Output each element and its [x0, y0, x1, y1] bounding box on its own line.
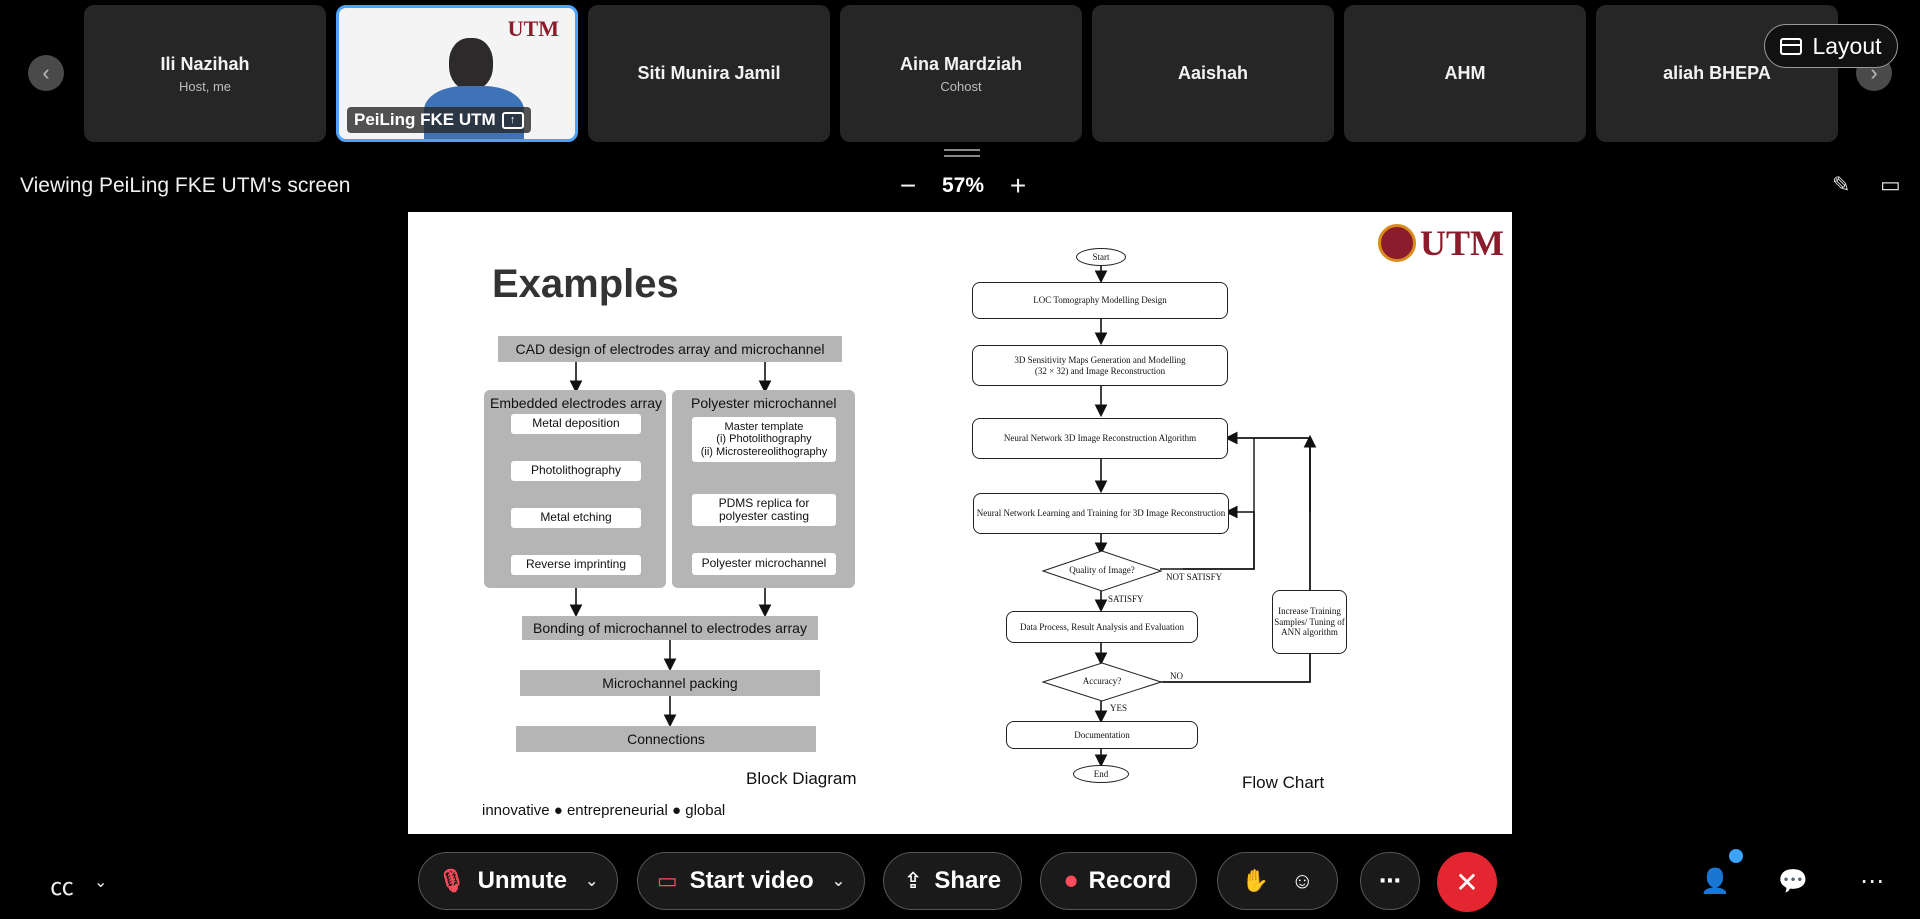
unmute-button[interactable]: 🎙 Unmute ⌄: [418, 852, 618, 910]
flow-step: LOC Tomography Modelling Design: [972, 282, 1228, 319]
participants-panel-icon[interactable]: 👤: [1700, 867, 1730, 896]
share-label: Share: [934, 867, 1002, 894]
annotate-icon[interactable]: ✎: [1832, 172, 1850, 198]
scroll-left-button[interactable]: ‹: [28, 55, 64, 91]
flow-decision-label: Accuracy?: [1082, 676, 1122, 686]
slide-tagline: innovative ● entrepreneurial ● global: [482, 802, 726, 819]
participant-name: Aina Mardziah: [899, 53, 1023, 74]
flow-step: 3D Sensitivity Maps Generation and Model…: [972, 345, 1228, 386]
leave-meeting-button[interactable]: ✕: [1437, 852, 1497, 912]
flow-end: End: [1073, 765, 1129, 783]
layout-icon: [1780, 37, 1803, 55]
chevron-down-icon[interactable]: ⌄: [832, 871, 845, 891]
block-panel-title: Embedded electrodes array: [490, 395, 662, 411]
flow-label-no: NO: [1170, 671, 1183, 681]
close-icon: ✕: [1455, 866, 1479, 898]
utm-logo: UTM: [507, 16, 559, 41]
chevron-left-icon: ‹: [42, 60, 50, 85]
more-options-button[interactable]: ⋯: [1360, 852, 1420, 910]
shared-slide: Examples UTM CAD design of electrodes ar…: [408, 212, 1512, 834]
flow-label-yes: YES: [1110, 703, 1128, 713]
participant-tile[interactable]: Ili Nazihah Host, me: [84, 5, 326, 142]
block-step: Master template (i) Photolithography (ii…: [692, 417, 836, 462]
block-step: Polyester microchannel: [692, 553, 836, 575]
layout-label: Layout: [1812, 32, 1882, 59]
share-button[interactable]: ⇪ Share: [883, 852, 1022, 910]
viewing-screen-label: Viewing PeiLing FKE UTM's screen: [20, 174, 351, 197]
participant-name: aliah BHEPA: [1663, 63, 1771, 83]
chevron-down-icon[interactable]: ⌄: [94, 872, 107, 892]
chat-icon[interactable]: 💬: [1778, 867, 1808, 896]
record-label: Record: [1088, 867, 1172, 894]
chevron-down-icon[interactable]: ⌄: [585, 871, 598, 891]
flow-start: Start: [1076, 248, 1126, 266]
block-packing: Microchannel packing: [520, 670, 820, 696]
block-step: Metal deposition: [511, 414, 641, 434]
share-screen-icon: ⇪: [903, 868, 923, 893]
emoji-reaction-icon[interactable]: ☺: [1291, 868, 1313, 894]
flow-step: Neural Network Learning and Training for…: [973, 493, 1229, 534]
block-cad-design: CAD design of electrodes array and micro…: [498, 336, 842, 362]
closed-captions-icon[interactable]: ㏄: [50, 867, 74, 902]
zoom-out-button[interactable]: −: [896, 170, 920, 202]
meeting-controls-bar: ㏄ ⌄ 🎙 Unmute ⌄ ▭ Start video ⌄ ⇪ Share ⏺…: [0, 834, 1920, 919]
microphone-muted-icon: 🎙: [437, 868, 466, 893]
participant-name: Ili Nazihah: [160, 53, 250, 74]
participant-name: AHM: [1444, 63, 1486, 83]
flow-step: Neural Network 3D Image Reconstruction A…: [972, 418, 1228, 459]
participant-tile[interactable]: Siti Munira Jamil: [588, 5, 830, 142]
flow-side-box: Increase Training Samples/ Tuning of ANN…: [1272, 590, 1347, 654]
block-step: PDMS replica for polyester casting: [692, 494, 836, 526]
block-diagram-label: Block Diagram: [746, 769, 857, 788]
flow-decision-label: Quality of Image?: [1069, 565, 1135, 575]
start-video-button[interactable]: ▭ Start video ⌄: [637, 852, 865, 910]
start-video-label: Start video: [689, 867, 814, 894]
participant-tile-sharing[interactable]: UTM PeiLing FKE UTM ↑: [336, 5, 578, 142]
video-feed-person: [449, 38, 493, 90]
flow-chart-label: Flow Chart: [1242, 773, 1325, 792]
participant-tile[interactable]: Aina Mardziah Cohost: [840, 5, 1082, 142]
participant-tile[interactable]: AHM: [1344, 5, 1586, 142]
block-step: Metal etching: [511, 508, 641, 528]
flow-label-not-satisfy: NOT SATISFY: [1166, 572, 1223, 582]
block-step: Reverse imprinting: [511, 555, 641, 575]
flow-label-satisfy: SATISFY: [1108, 594, 1144, 604]
flow-step: Data Process, Result Analysis and Evalua…: [1006, 611, 1198, 643]
screen-share-icon: ↑: [501, 111, 524, 129]
record-button[interactable]: ⏺ Record: [1040, 852, 1197, 910]
raise-hand-icon[interactable]: ✋: [1242, 868, 1269, 894]
block-bonding: Bonding of microchannel to electrodes ar…: [522, 616, 818, 640]
block-step: Photolithography: [511, 461, 641, 481]
block-panel-title: Polyester microchannel: [691, 395, 837, 411]
record-icon: ⏺: [1065, 868, 1077, 893]
more-vertical-icon[interactable]: ⋯: [1860, 867, 1884, 896]
notification-badge: [1729, 849, 1743, 863]
participant-tile[interactable]: Aaishah: [1092, 5, 1334, 142]
participant-name-bar: PeiLing FKE UTM ↑: [347, 107, 531, 133]
unmute-label: Unmute: [477, 867, 567, 894]
participant-role: Host, me: [178, 78, 231, 94]
block-connections: Connections: [516, 726, 816, 752]
flow-step: Documentation: [1006, 721, 1198, 749]
reactions-group: ✋ ☺: [1217, 852, 1338, 910]
zoom-in-button[interactable]: +: [1006, 170, 1030, 202]
resize-grip-handle[interactable]: [944, 149, 980, 157]
shared-screen-area: Examples UTM CAD design of electrodes ar…: [0, 212, 1920, 834]
video-off-icon: ▭: [656, 868, 678, 893]
participant-name: Siti Munira Jamil: [637, 63, 781, 83]
participant-role: Cohost: [940, 78, 982, 94]
pop-out-screen-icon[interactable]: ▭: [1880, 172, 1901, 198]
participant-name: PeiLing FKE UTM: [354, 110, 496, 129]
layout-button[interactable]: Layout: [1764, 24, 1898, 68]
participant-name: Aaishah: [1177, 63, 1249, 83]
participant-strip: ‹ Ili Nazihah Host, me UTM PeiLing FKE U…: [0, 0, 1920, 145]
more-horizontal-icon: ⋯: [1379, 868, 1401, 893]
zoom-level: 57%: [942, 174, 985, 197]
zoom-controls: − 57% +: [896, 170, 1030, 202]
